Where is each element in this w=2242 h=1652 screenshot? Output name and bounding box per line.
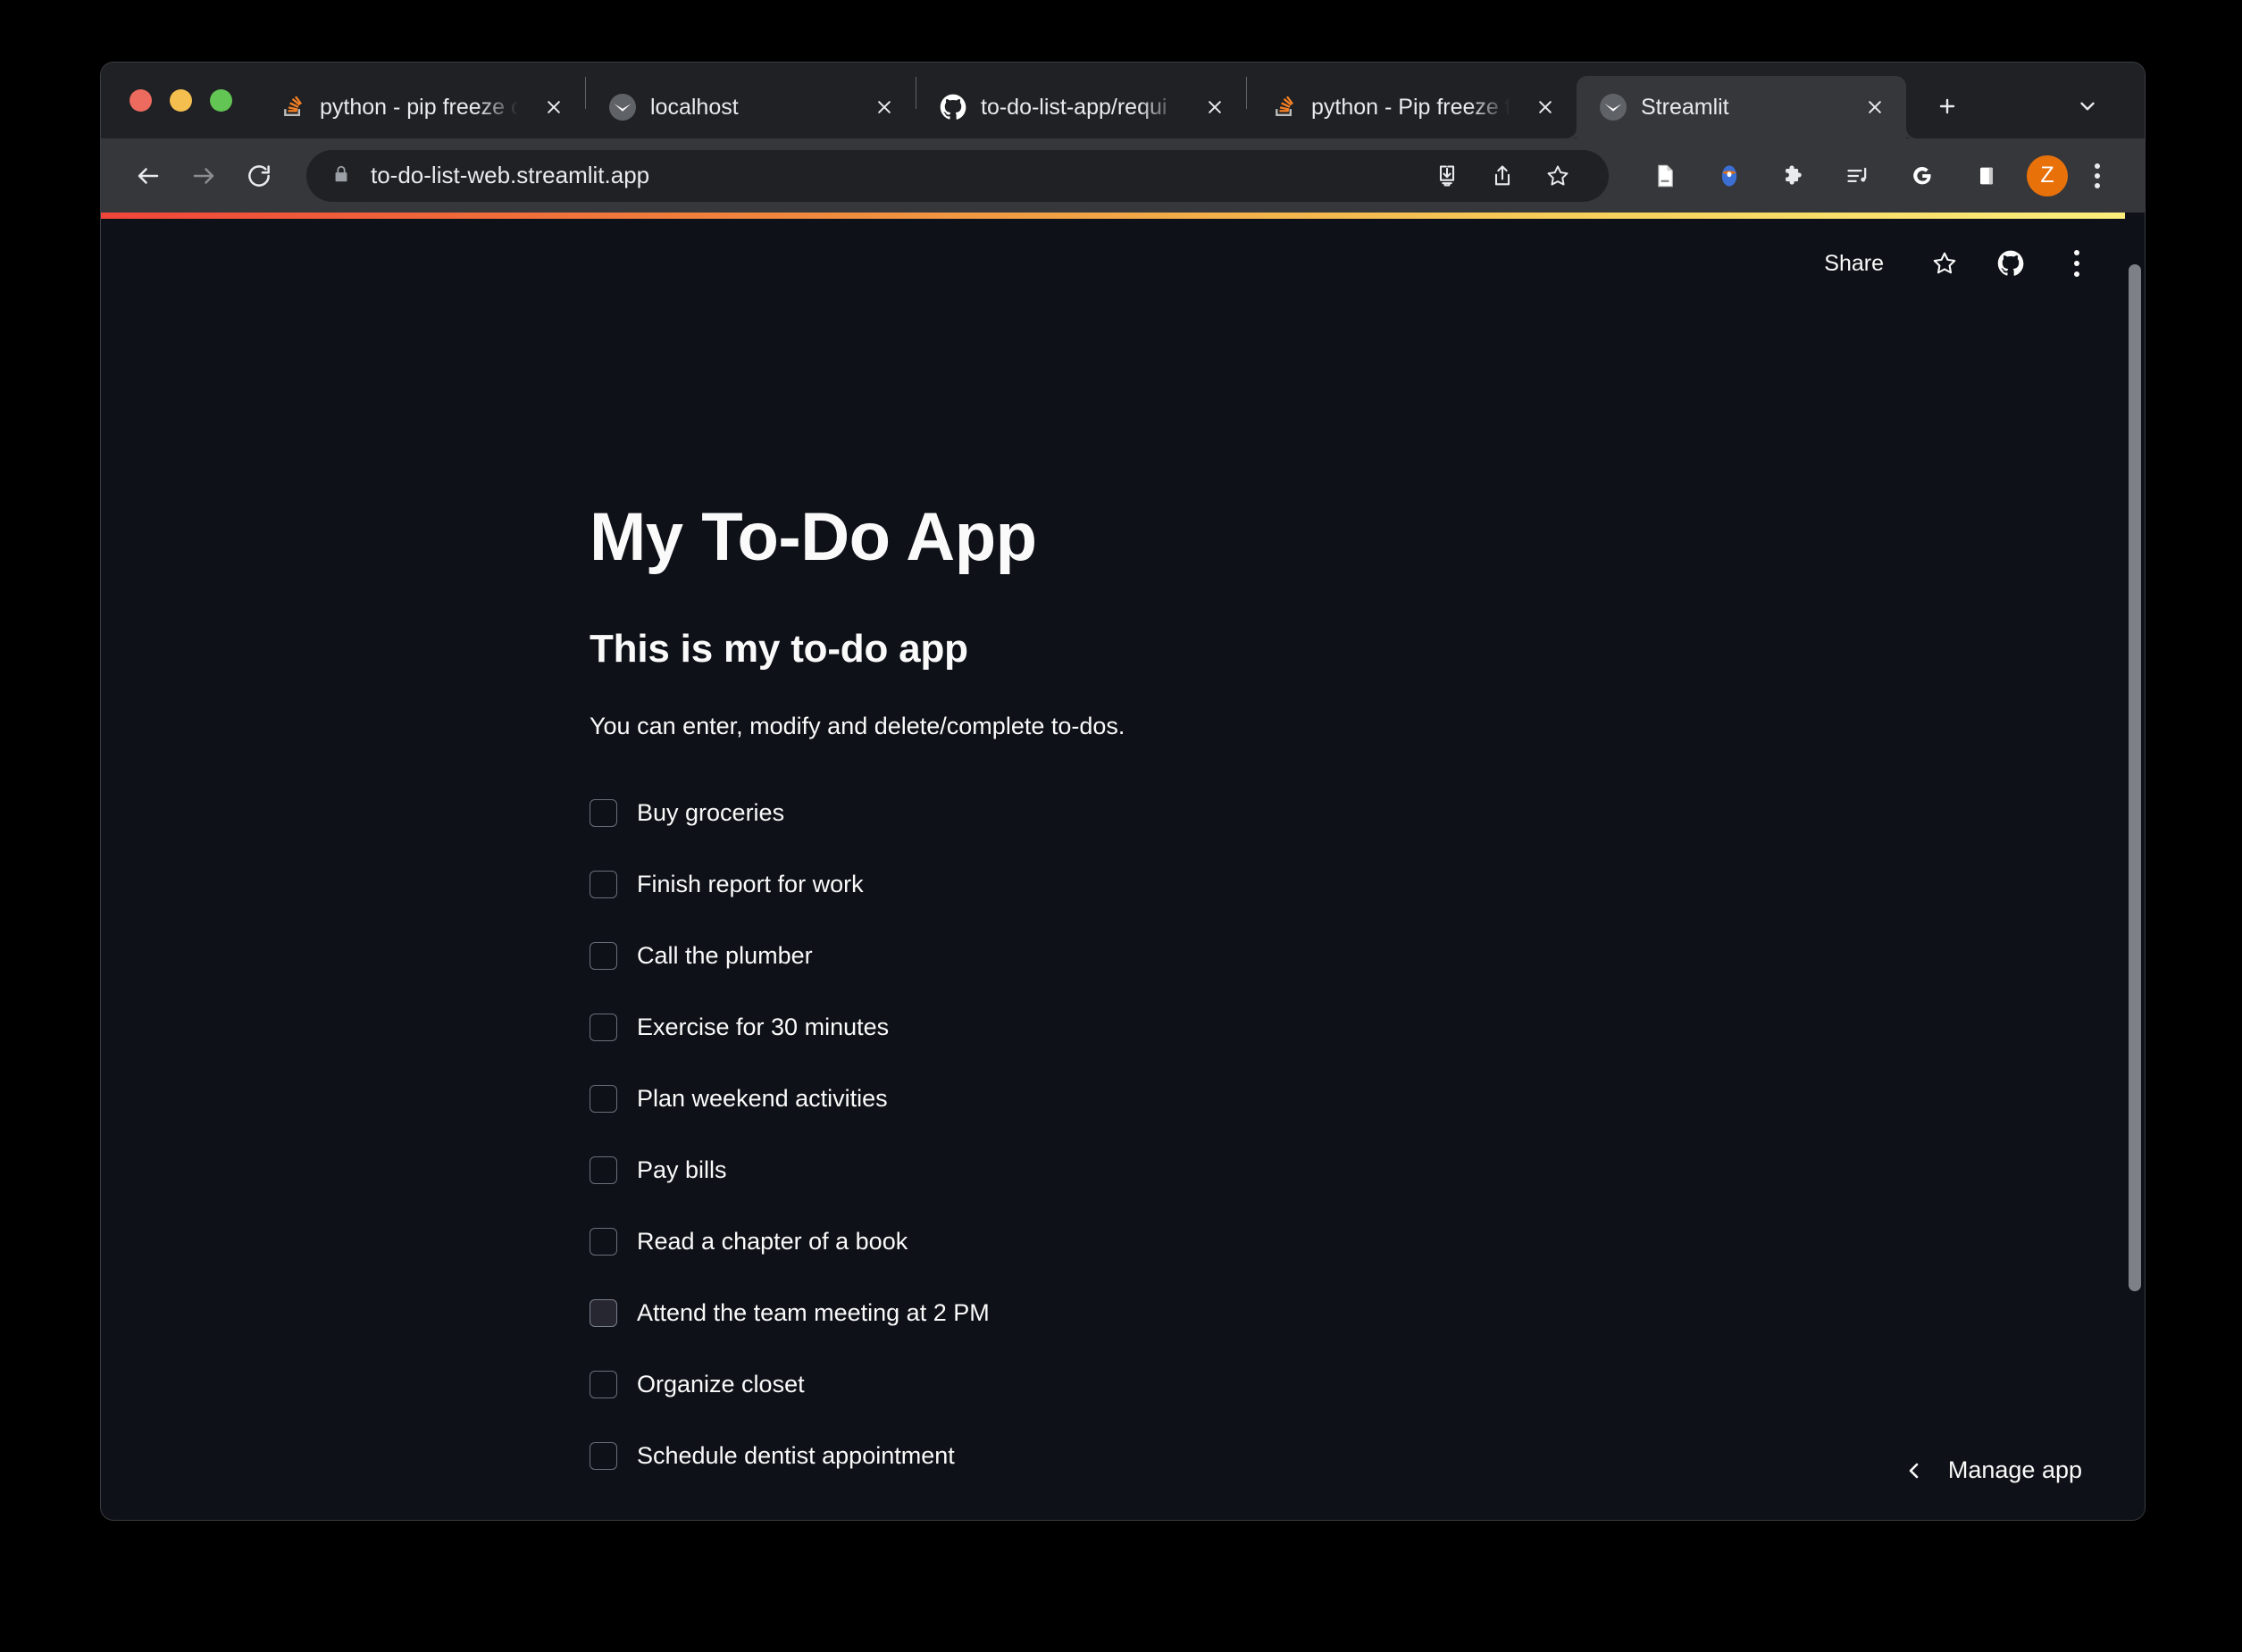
window-maximize-button[interactable]	[210, 89, 232, 112]
page-scrollbar[interactable]	[2125, 213, 2145, 1520]
puzzle-extension-icon[interactable]	[1768, 150, 1820, 202]
back-button[interactable]	[121, 148, 176, 204]
bookmark-star-icon[interactable]	[1532, 150, 1584, 202]
todo-list: Buy groceries Finish report for work Cal…	[590, 778, 1849, 1492]
app-main-content: My To-Do App This is my to-do app You ca…	[590, 500, 1849, 1520]
tab-close-button[interactable]	[537, 90, 571, 124]
install-app-icon[interactable]	[1421, 150, 1473, 202]
browser-menu-button[interactable]	[2077, 155, 2118, 196]
chevron-left-icon	[1903, 1460, 1925, 1481]
todo-label: Finish report for work	[637, 871, 864, 898]
browser-tab-0[interactable]: python - pip freeze c	[255, 76, 585, 138]
todo-checkbox[interactable]	[590, 1371, 617, 1399]
new-tab-button[interactable]	[1926, 85, 1969, 128]
list-item[interactable]: Read a chapter of a book	[590, 1206, 1849, 1278]
page-subtitle: This is my to-do app	[590, 626, 968, 671]
window-minimize-button[interactable]	[170, 89, 192, 112]
todo-checkbox[interactable]	[590, 1014, 617, 1042]
todo-label: Buy groceries	[637, 799, 785, 827]
todo-checkbox[interactable]	[590, 1442, 617, 1471]
tab-close-button[interactable]	[1198, 90, 1232, 124]
google-icon[interactable]	[1896, 150, 1948, 202]
browser-window: python - pip freeze c localhost to-do-li…	[101, 63, 2145, 1520]
todo-checkbox[interactable]	[590, 942, 617, 971]
todo-label: Read a chapter of a book	[637, 1228, 908, 1256]
star-icon[interactable]	[1920, 238, 1970, 288]
address-bar[interactable]: to-do-list-web.streamlit.app	[306, 149, 1609, 202]
reload-button[interactable]	[231, 148, 287, 204]
todo-checkbox[interactable]	[590, 1156, 617, 1185]
browser-tab-3[interactable]: python - Pip freeze f	[1247, 76, 1577, 138]
grammar-extension-icon[interactable]	[1703, 150, 1755, 202]
tab-title: to-do-list-app/requi	[981, 94, 1167, 120]
page-title: My To-Do App	[590, 499, 1037, 575]
browser-tab-4[interactable]: Streamlit	[1577, 76, 1906, 138]
tab-title: python - pip freeze c	[320, 94, 523, 120]
manage-app-label: Manage app	[1947, 1456, 2082, 1483]
manage-app-button[interactable]: Manage app	[1884, 1446, 2102, 1495]
tab-close-button[interactable]	[867, 90, 901, 124]
todo-label: Call the plumber	[637, 942, 813, 970]
lock-icon	[331, 164, 351, 188]
extensions-group	[1639, 150, 2012, 202]
github-icon[interactable]	[1986, 238, 2036, 288]
todo-label: Attend the team meeting at 2 PM	[637, 1299, 990, 1327]
side-panel-icon[interactable]	[1961, 150, 2012, 202]
tab-list: python - pip freeze c localhost to-do-li…	[255, 63, 1906, 138]
page-description: You can enter, modify and delete/complet…	[590, 712, 1125, 739]
streamlit-icon	[1600, 94, 1627, 121]
list-item[interactable]: Organize closet	[590, 1349, 1849, 1421]
todo-label: Plan weekend activities	[637, 1085, 888, 1113]
browser-toolbar: to-do-list-web.streamlit.app Z	[101, 138, 2145, 213]
forward-button[interactable]	[176, 148, 231, 204]
browser-tab-2[interactable]: to-do-list-app/requi	[916, 76, 1246, 138]
streamlit-menu-button[interactable]	[2052, 238, 2102, 288]
window-traffic-lights	[101, 63, 255, 138]
list-item[interactable]: Finish report for work	[590, 849, 1849, 921]
todo-label: Exercise for 30 minutes	[637, 1014, 890, 1041]
share-button[interactable]: Share	[1804, 242, 1903, 286]
list-item[interactable]: Attend the team meeting at 2 PM	[590, 1278, 1849, 1349]
browser-tab-1[interactable]: localhost	[586, 76, 916, 138]
profile-avatar[interactable]: Z	[2027, 154, 2068, 196]
address-bar-url: to-do-list-web.streamlit.app	[371, 162, 650, 188]
reader-mode-icon[interactable]	[1639, 150, 1691, 202]
todo-label: Pay bills	[637, 1156, 727, 1184]
share-icon[interactable]	[1477, 150, 1528, 202]
tab-close-button[interactable]	[1858, 90, 1892, 124]
three-dots-vertical-icon	[2074, 250, 2079, 277]
list-item[interactable]: Exercise for 30 minutes	[590, 992, 1849, 1064]
window-close-button[interactable]	[130, 89, 152, 112]
streamlit-header: Share	[101, 219, 2145, 308]
list-item[interactable]: Schedule dentist appointment	[590, 1421, 1849, 1492]
streamlit-icon	[609, 94, 636, 121]
list-item[interactable]: Buy groceries	[590, 778, 1849, 849]
tab-strip: python - pip freeze c localhost to-do-li…	[101, 63, 2145, 138]
page-viewport: Share My To-Do App This is my to-do app …	[101, 213, 2145, 1520]
tab-title: Streamlit	[1641, 94, 1729, 120]
tab-title: python - Pip freeze f	[1311, 94, 1511, 120]
todo-checkbox[interactable]	[590, 799, 617, 828]
music-playlist-icon[interactable]	[1832, 150, 1884, 202]
todo-checkbox[interactable]	[590, 871, 617, 899]
todo-label: Organize closet	[637, 1371, 805, 1398]
github-icon	[940, 94, 966, 121]
list-item[interactable]: Pay bills	[590, 1135, 1849, 1206]
tab-title: localhost	[650, 94, 739, 120]
todo-checkbox[interactable]	[590, 1085, 617, 1114]
list-item[interactable]: Plan weekend activities	[590, 1064, 1849, 1135]
list-item[interactable]: Call the plumber	[590, 921, 1849, 992]
todo-checkbox[interactable]	[590, 1299, 617, 1328]
stackoverflow-icon	[279, 94, 305, 121]
tab-close-button[interactable]	[1528, 90, 1562, 124]
chevron-down-icon[interactable]	[2066, 85, 2109, 128]
address-bar-actions	[1403, 150, 1584, 202]
todo-checkbox[interactable]	[590, 1228, 617, 1256]
scrollbar-thumb[interactable]	[2129, 264, 2141, 1291]
stackoverflow-icon	[1270, 94, 1297, 121]
page-loading-bar	[101, 213, 2145, 219]
todo-label: Schedule dentist appointment	[637, 1442, 955, 1470]
